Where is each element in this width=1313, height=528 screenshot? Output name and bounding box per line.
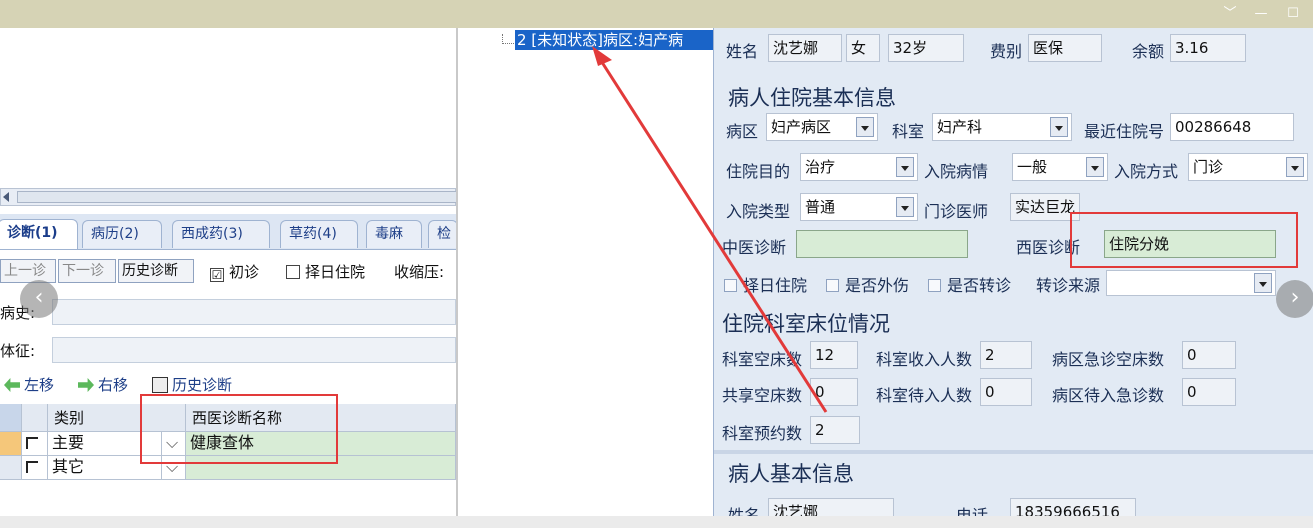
annotation-arrowhead <box>592 46 612 66</box>
bottom-bar <box>0 516 1313 528</box>
annotation-arrow-line <box>596 55 828 413</box>
annotation-arrow <box>592 46 828 413</box>
